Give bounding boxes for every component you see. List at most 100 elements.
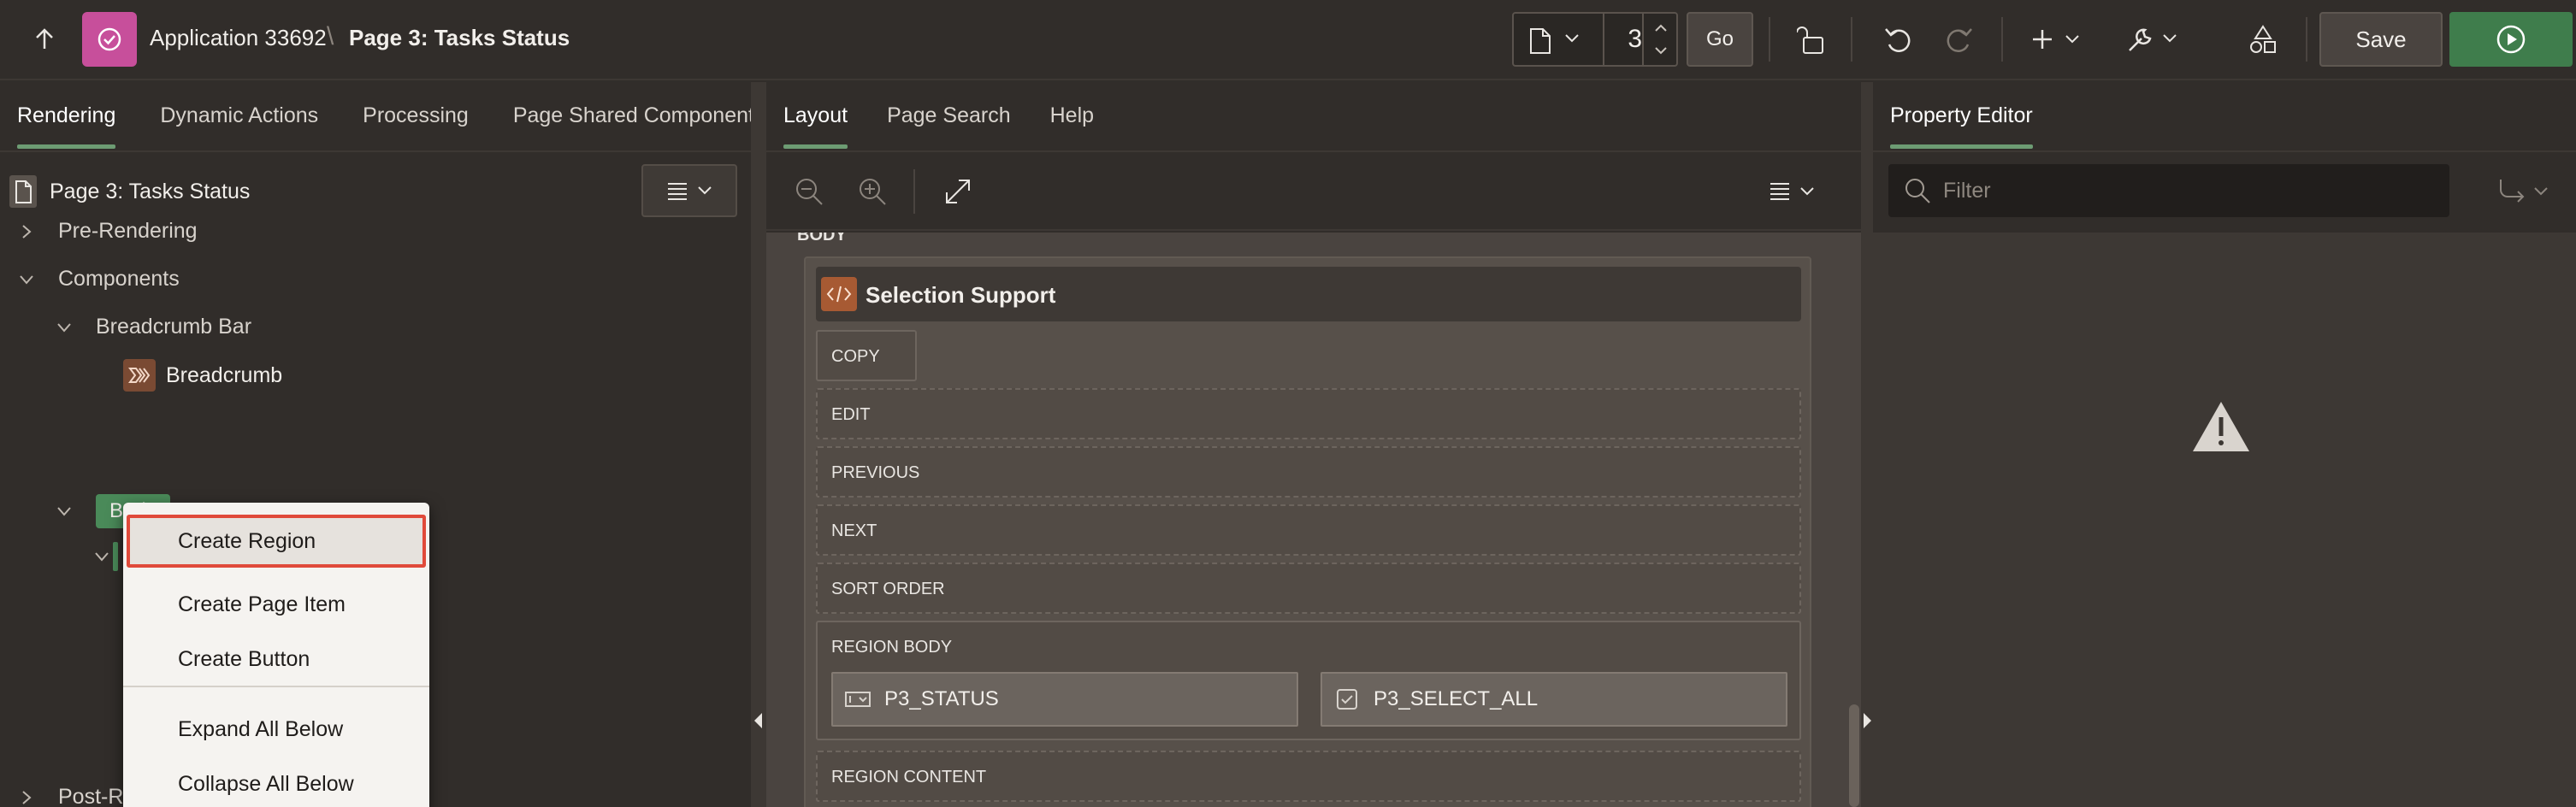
region-header[interactable]: Selection Support xyxy=(816,267,1801,321)
page-item-p3-status[interactable]: P3_STATUS xyxy=(831,672,1298,727)
right-splitter[interactable] xyxy=(1861,82,1873,807)
collapse-left-icon[interactable] xyxy=(754,713,762,728)
list-icon xyxy=(668,183,687,200)
tab-dynamic-actions[interactable]: Dynamic Actions xyxy=(143,82,335,150)
slot-sort-order[interactable]: SORT ORDER xyxy=(816,563,1801,614)
breadcrumb-separator: \ xyxy=(327,22,334,50)
layout-canvas[interactable]: BODY Selection Support COPY EDIT PREVIOU… xyxy=(766,233,1861,807)
filter-input[interactable] xyxy=(1943,178,2422,203)
context-menu: Create Region Create Page Item Create Bu… xyxy=(123,503,429,807)
utilities-wrench-icon[interactable] xyxy=(2124,19,2186,60)
go-button[interactable]: Go xyxy=(1687,12,1753,67)
body-position-label: BODY xyxy=(797,233,847,244)
tab-help[interactable]: Help xyxy=(1033,82,1111,150)
slot-region-body[interactable]: REGION BODY P3_STATUS P3_SELECT_ALL xyxy=(816,621,1801,740)
page-designer: Application 33692 \ Page 3: Tasks Status… xyxy=(0,0,2576,807)
chevron-down-icon[interactable] xyxy=(92,547,111,566)
menu-item-collapse-all-below[interactable]: Collapse All Below xyxy=(123,757,429,807)
up-arrow-icon[interactable] xyxy=(27,22,62,56)
slot-label: NEXT xyxy=(831,521,877,540)
center-tabs: Layout Page Search Help xyxy=(766,82,1116,150)
layout-toolbar xyxy=(766,152,1861,231)
application-link[interactable]: Application 33692 xyxy=(150,25,327,51)
region-title: Selection Support xyxy=(866,282,1056,308)
selection-marker xyxy=(113,542,118,571)
run-page-button[interactable] xyxy=(2449,12,2573,67)
property-editor-panel: Property Editor xyxy=(1873,82,2576,807)
right-tabs: Property Editor xyxy=(1873,82,2060,150)
filter-field[interactable] xyxy=(1888,164,2449,217)
toolbar-divider xyxy=(1851,17,1852,62)
tree-node-label: Breadcrumb Bar xyxy=(96,315,252,339)
tree-node-label: Breadcrumb xyxy=(166,362,283,387)
tree-node-components[interactable]: Components xyxy=(17,267,180,292)
code-icon xyxy=(821,277,857,311)
create-menu-button[interactable] xyxy=(2030,19,2090,60)
divider xyxy=(1873,150,2576,152)
chevron-right-icon[interactable] xyxy=(17,222,36,241)
collapse-right-icon[interactable] xyxy=(1864,713,1871,728)
slot-label: SORT ORDER xyxy=(831,580,945,598)
layout-panel: Layout Page Search Help BODY Selection S… xyxy=(766,82,1861,807)
slot-next[interactable]: NEXT xyxy=(816,504,1801,556)
checkbox-icon xyxy=(1334,686,1360,712)
lock-page-icon[interactable] xyxy=(1791,19,1832,60)
page-number-stepper[interactable] xyxy=(1642,14,1676,65)
chevron-down-icon[interactable] xyxy=(1563,32,1580,49)
slot-region-content[interactable]: REGION CONTENT xyxy=(816,751,1801,802)
page-item-label: P3_STATUS xyxy=(884,687,999,710)
undo-icon[interactable] xyxy=(1878,19,1919,60)
tree-root-label: Page 3: Tasks Status xyxy=(50,179,251,203)
canvas-scrollbar[interactable] xyxy=(1849,704,1859,807)
page-icon xyxy=(9,175,37,208)
slot-edit[interactable]: EDIT xyxy=(816,388,1801,439)
zoom-in-icon[interactable] xyxy=(854,173,891,210)
slot-label: REGION CONTENT xyxy=(831,768,987,786)
expand-icon[interactable] xyxy=(939,173,977,210)
page-icon[interactable] xyxy=(1529,27,1551,59)
slot-label: REGION BODY xyxy=(831,638,953,657)
region-selection-support[interactable]: Selection Support COPY EDIT PREVIOUS NEX… xyxy=(804,256,1811,807)
tab-layout[interactable]: Layout xyxy=(766,82,865,150)
go-to-icon xyxy=(2500,180,2525,203)
layout-menu-button[interactable] xyxy=(1767,173,1822,210)
tree-node-breadcrumb-bar[interactable]: Breadcrumb Bar xyxy=(55,315,251,339)
tree-root-page[interactable]: Page 3: Tasks Status xyxy=(9,174,250,209)
toolbar-divider xyxy=(1769,17,1770,62)
menu-item-create-button[interactable]: Create Button xyxy=(123,633,429,686)
page-item-label: P3_SELECT_ALL xyxy=(1374,687,1539,710)
chevron-down-icon[interactable] xyxy=(55,502,74,521)
menu-item-create-region[interactable]: Create Region xyxy=(127,515,426,568)
tree-node-label: Pre-Rendering xyxy=(58,219,198,243)
tab-property-editor[interactable]: Property Editor xyxy=(1873,82,2050,150)
rendering-panel: Rendering Dynamic Actions Processing Pag… xyxy=(0,82,765,807)
tab-page-search[interactable]: Page Search xyxy=(870,82,1028,150)
save-button[interactable]: Save xyxy=(2319,12,2443,67)
page-item-p3-select-all[interactable]: P3_SELECT_ALL xyxy=(1320,672,1787,727)
go-to-group-button[interactable] xyxy=(2497,176,2557,207)
slot-previous[interactable]: PREVIOUS xyxy=(816,446,1801,498)
tree-node-label: Components xyxy=(58,267,180,291)
redo-icon[interactable] xyxy=(1938,19,1979,60)
tab-processing[interactable]: Processing xyxy=(346,82,486,150)
chevron-down-icon[interactable] xyxy=(17,270,36,289)
slot-label: COPY xyxy=(831,347,880,366)
left-splitter[interactable] xyxy=(751,82,766,807)
tree-node-pre-rendering[interactable]: Pre-Rendering xyxy=(17,219,198,244)
slot-copy[interactable]: COPY xyxy=(816,330,917,381)
shared-components-icon[interactable] xyxy=(2242,19,2284,60)
tab-rendering[interactable]: Rendering xyxy=(0,82,133,150)
chevron-down-icon[interactable] xyxy=(55,318,74,337)
tree-node-breadcrumb[interactable]: Breadcrumb xyxy=(123,359,282,392)
app-icon[interactable] xyxy=(82,12,137,67)
tree-menu-button[interactable] xyxy=(641,164,737,217)
select-list-icon xyxy=(845,686,871,712)
zoom-out-icon[interactable] xyxy=(790,173,828,210)
menu-item-create-page-item[interactable]: Create Page Item xyxy=(123,578,429,631)
menu-item-expand-all-below[interactable]: Expand All Below xyxy=(123,703,429,756)
divider xyxy=(0,150,751,152)
chevron-right-icon[interactable] xyxy=(17,788,36,807)
tab-page-shared-components[interactable]: Page Shared Components xyxy=(496,82,783,150)
chevron-down-icon xyxy=(2534,187,2548,196)
toolbar-divider xyxy=(2001,17,2003,62)
